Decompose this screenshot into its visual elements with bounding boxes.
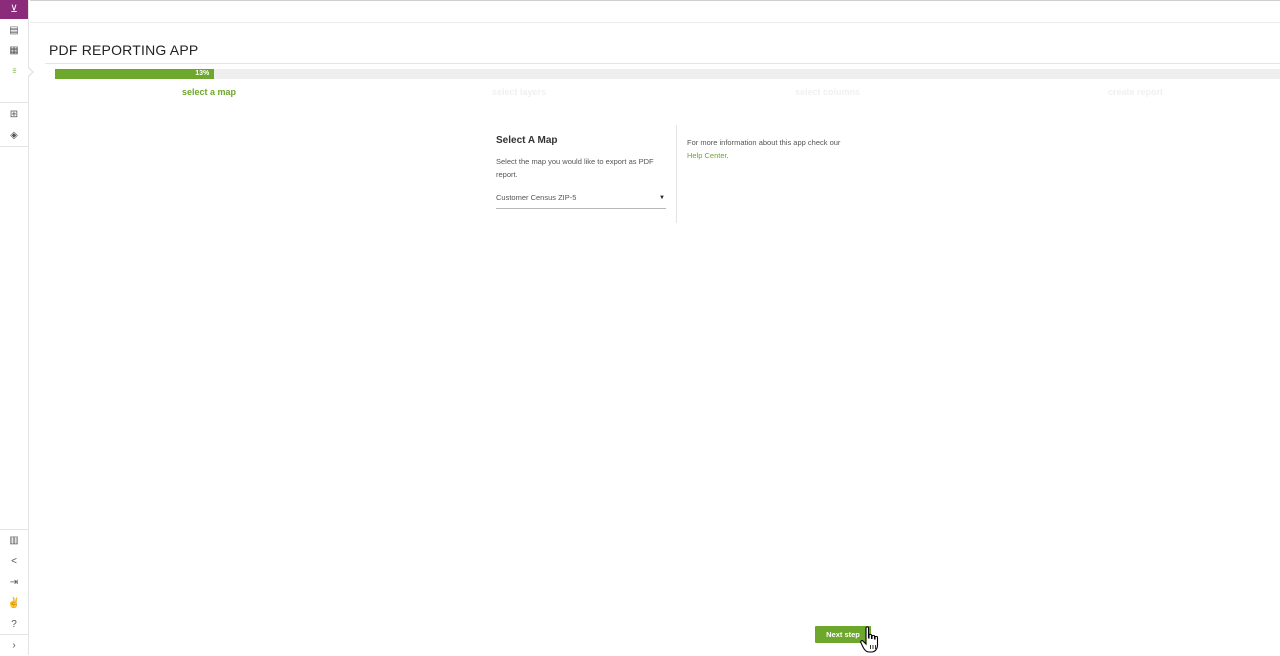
- map-select-value: Customer Census ZIP-5: [496, 193, 577, 202]
- step-select-layers[interactable]: select layers: [492, 87, 546, 97]
- sidebar-divider: [0, 102, 28, 103]
- title-divider: [45, 63, 1280, 64]
- apps-grid-icon[interactable]: ⁝⁝⁝: [0, 61, 28, 82]
- step-list: select a map select layers select column…: [55, 87, 1280, 99]
- chevron-down-icon: ▼: [659, 195, 665, 201]
- map-icon[interactable]: ▥: [0, 530, 28, 551]
- sidebar: ⊻ ▤ ▦ ⁝⁝⁝ ⊞ ◈ ▥ < ⇥ ✌ ? ›: [0, 0, 29, 655]
- chart-icon[interactable]: ▦: [0, 40, 28, 61]
- step-select-map[interactable]: select a map: [182, 87, 236, 97]
- active-indicator: [27, 66, 34, 78]
- page-title: PDF REPORTING APP: [49, 42, 199, 58]
- select-map-panel: Select A Map Select the map you would li…: [496, 135, 666, 209]
- help-icon[interactable]: ?: [0, 614, 28, 635]
- layers-icon[interactable]: ◈: [0, 125, 28, 146]
- layers-doc-icon[interactable]: ▤: [0, 20, 28, 41]
- share-icon[interactable]: <: [0, 551, 28, 572]
- panel-divider: [676, 125, 677, 223]
- panel-description: Select the map you would like to export …: [496, 157, 654, 179]
- thumbs-up-icon[interactable]: ✌: [0, 593, 28, 614]
- sidebar-divider: [0, 146, 28, 147]
- info-text: For more information about this app chec…: [687, 138, 841, 147]
- panel-title: Select A Map: [496, 135, 558, 146]
- progress-bar: 13%: [55, 69, 1280, 79]
- top-bar: [30, 0, 1280, 23]
- add-icon[interactable]: ⊞: [0, 104, 28, 125]
- cart-icon[interactable]: ⊻: [0, 0, 28, 19]
- signin-icon[interactable]: ⇥: [0, 572, 28, 593]
- hand-cursor-icon: [860, 626, 879, 653]
- help-center-link[interactable]: Help Center: [687, 151, 727, 160]
- info-panel: For more information about this app chec…: [687, 137, 867, 162]
- step-create-report[interactable]: create report: [1108, 87, 1163, 97]
- progress-fill: 13%: [55, 69, 215, 79]
- step-select-columns[interactable]: select columns: [795, 87, 860, 97]
- info-suffix: .: [726, 150, 729, 160]
- expand-icon[interactable]: ›: [0, 635, 28, 656]
- map-select[interactable]: Customer Census ZIP-5 ▼: [496, 192, 666, 209]
